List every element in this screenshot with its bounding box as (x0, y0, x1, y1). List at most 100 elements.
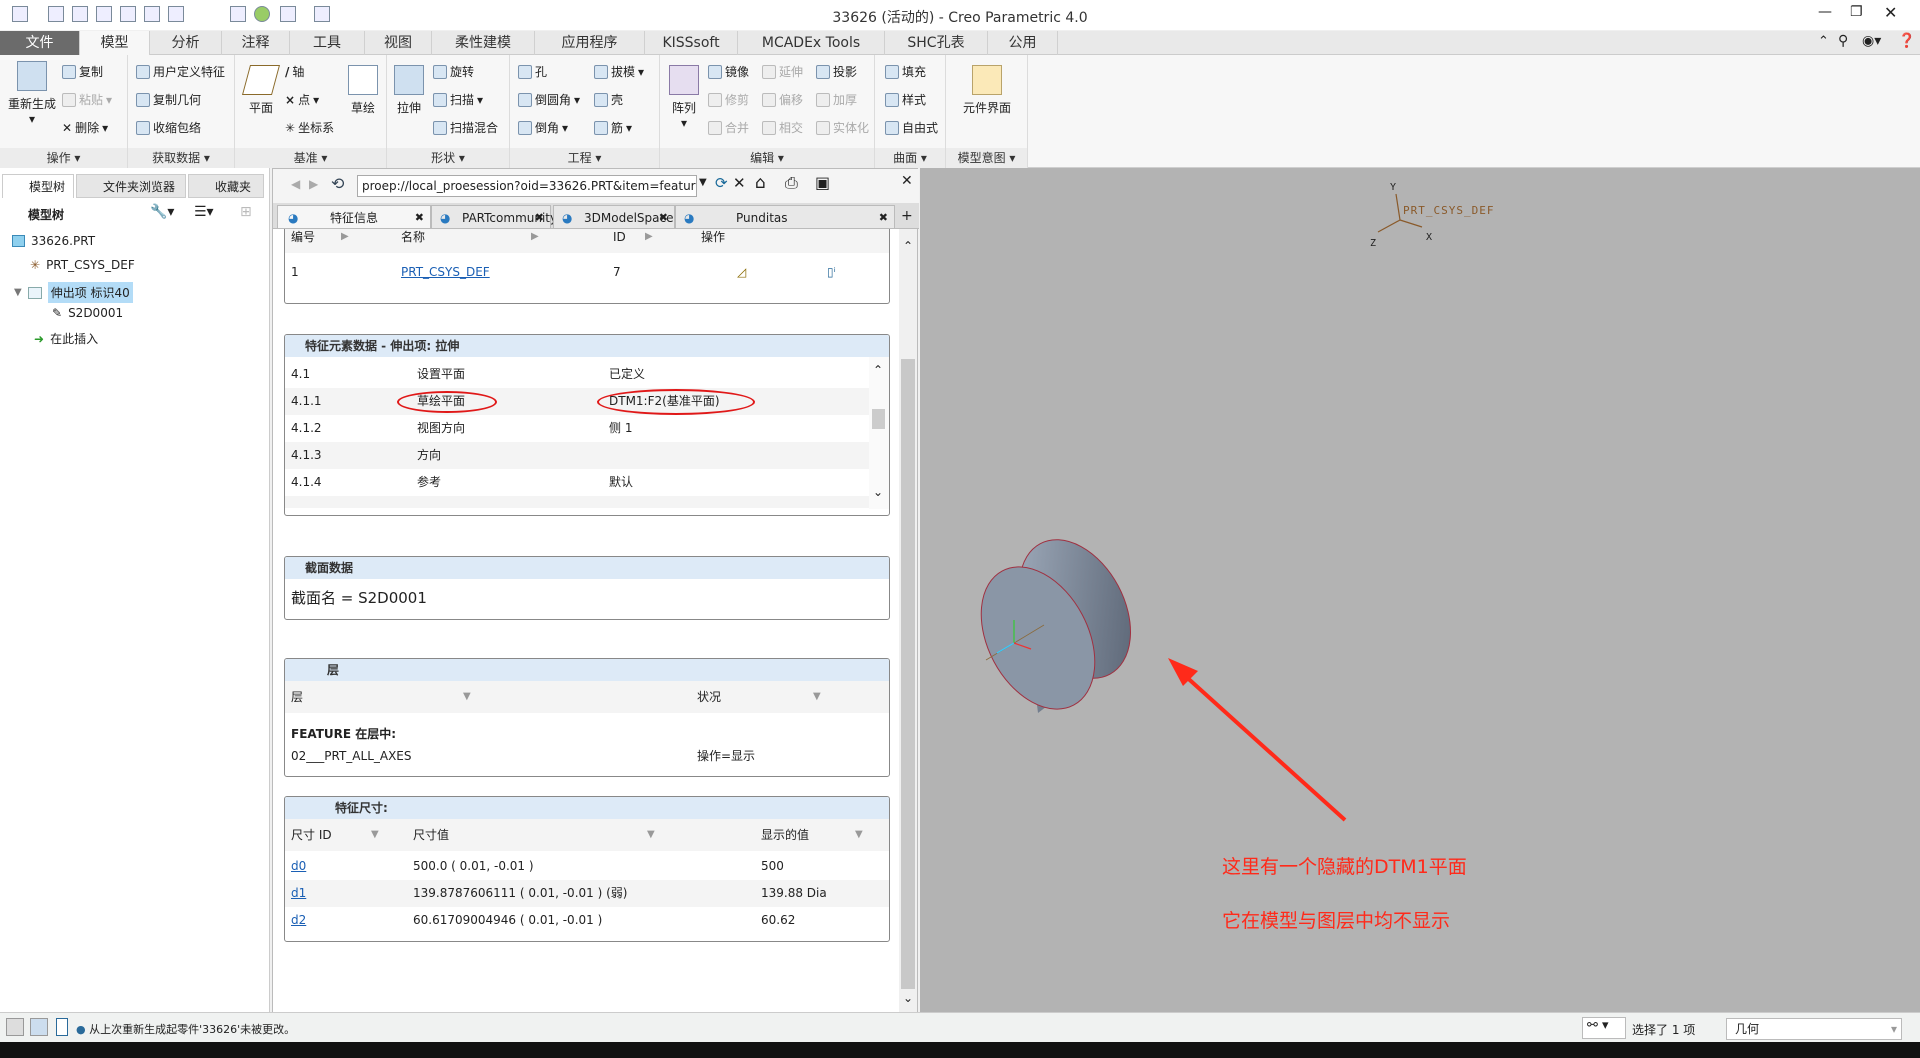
sort-icon[interactable]: ▶ (645, 229, 653, 253)
style-button[interactable]: 样式 (885, 91, 926, 108)
scroll-down-icon[interactable]: ⌄ (903, 991, 913, 1005)
tab-favorites[interactable]: 收藏夹 (188, 174, 264, 198)
expand-arrow-icon[interactable]: ▼ (14, 287, 22, 298)
group-label[interactable]: 编辑 ▾ (660, 148, 874, 168)
group-label[interactable]: 操作 ▾ (0, 148, 127, 168)
extend-button[interactable]: 延伸 (762, 63, 803, 80)
tab-applications[interactable]: 应用程序 (535, 31, 645, 55)
swept-blend-button[interactable]: 扫描混合 (433, 119, 498, 136)
restore-button[interactable]: ❐ (1850, 4, 1863, 20)
url-input[interactable]: proep://local_proesession?oid=33626.PRT&… (357, 175, 697, 197)
back-button[interactable]: ◀ (291, 177, 300, 191)
tab-model-tree[interactable]: 模型树 (2, 174, 74, 198)
filter-icon[interactable]: ▼ (647, 819, 655, 851)
help-icon[interactable]: ❓ (1898, 33, 1915, 49)
learning-icon[interactable]: ◉▾ (1862, 33, 1881, 49)
tree-item-csys[interactable]: ✳ PRT_CSYS_DEF (30, 258, 135, 272)
tab-annotate[interactable]: 注释 (222, 31, 290, 55)
group-label[interactable]: 模型意图 ▾ (946, 148, 1027, 168)
delete-button[interactable]: ✕ 删除 ▾ (62, 119, 108, 136)
thicken-button[interactable]: 加厚 (816, 91, 857, 108)
plane-button[interactable]: 平面 (241, 65, 281, 116)
info-icon[interactable]: ▯ⁱ (827, 259, 836, 286)
tab-folder-browser[interactable]: 文件夹浏览器 (76, 174, 186, 198)
extrude-button[interactable]: 拉伸 (391, 65, 427, 116)
tab-utilities[interactable]: 公用 (988, 31, 1058, 55)
toggle-navigator-icon[interactable] (6, 1018, 24, 1036)
graphics-viewport[interactable]: Y Z X PRT_CSYS_DEF 这里有一个隐藏的DTM1平面 它在模型与图… (920, 168, 1920, 1012)
close-tab-icon[interactable]: ✖ (659, 206, 668, 230)
browser-tab-partcommunity[interactable]: ◕ PARTcommunity... ✖ (431, 205, 567, 230)
freestyle-button[interactable]: 自由式 (885, 119, 938, 136)
group-label[interactable]: 基准 ▾ (235, 148, 386, 168)
tab-file[interactable]: 文件 (0, 31, 80, 55)
axis-button[interactable]: / 轴 (285, 63, 304, 80)
sort-icon[interactable]: ▶ (341, 229, 349, 253)
scroll-down-icon[interactable]: ⌄ (873, 485, 883, 499)
forward-button[interactable]: ▶ (309, 177, 318, 191)
filter-icon[interactable]: ▼ (463, 681, 471, 713)
sketch-button[interactable]: 草绘 (345, 65, 381, 116)
group-label[interactable]: 工程 ▾ (510, 148, 659, 168)
close-browser-button[interactable]: ✕ (901, 173, 913, 189)
tree-item-extrude[interactable]: ▼ 伸出项 标识40 (14, 282, 133, 303)
collapse-ribbon-icon[interactable]: ⌃ (1818, 34, 1829, 49)
close-tab-icon[interactable]: ✖ (535, 206, 544, 230)
scroll-thumb[interactable] (872, 409, 885, 429)
filter-icon[interactable]: ▼ (855, 819, 863, 851)
search-icon[interactable]: ⚲ (1838, 33, 1848, 49)
tab-shc-hole-table[interactable]: SHC孔表 (885, 31, 988, 55)
group-label[interactable]: 曲面 ▾ (875, 148, 945, 168)
offset-button[interactable]: 偏移 (762, 91, 803, 108)
edit-definition-icon[interactable]: ◿ (737, 259, 746, 286)
tree-item-part[interactable]: 33626.PRT (12, 234, 95, 248)
filter-icon[interactable]: ▼ (813, 681, 821, 713)
print-icon[interactable]: ⎙ (785, 173, 798, 193)
csys-button[interactable]: ✳ 坐标系 (285, 119, 334, 136)
feature-link[interactable]: PRT_CSYS_DEF (401, 259, 490, 286)
url-dropdown-icon[interactable]: ▼ (699, 177, 707, 188)
full-screen-icon[interactable] (56, 1018, 68, 1036)
close-button[interactable]: ✕ (1884, 3, 1897, 22)
close-tab-icon[interactable]: ✖ (879, 206, 888, 230)
tab-flexible-modeling[interactable]: 柔性建模 (432, 31, 535, 55)
show-list-icon[interactable]: ☰▾ (194, 204, 214, 220)
tab-tools[interactable]: 工具 (290, 31, 365, 55)
intersect-button[interactable]: 相交 (762, 119, 803, 136)
tab-mcadex-tools[interactable]: MCADEx Tools (738, 31, 885, 55)
scroll-up-icon[interactable]: ⌃ (873, 363, 883, 377)
pattern-button[interactable]: 阵列 ▾ (666, 65, 702, 130)
toggle-browser-icon[interactable] (30, 1018, 48, 1036)
stop-icon[interactable]: ✕ (733, 174, 746, 192)
group-label[interactable]: 形状 ▾ (387, 148, 509, 168)
regenerate-button[interactable]: 重新生成 ▾ (4, 61, 60, 126)
tree-item-insert-here[interactable]: ➜ 在此插入 (34, 330, 98, 347)
tree-filter-icon[interactable]: ⊞ (240, 204, 252, 220)
round-button[interactable]: 倒圆角 ▾ (518, 91, 580, 108)
project-button[interactable]: 投影 (816, 63, 857, 80)
tab-view[interactable]: 视图 (365, 31, 432, 55)
selection-filter[interactable]: 几何 ▾ (1726, 1018, 1902, 1040)
tab-kisssoft[interactable]: KISSsoft (645, 31, 738, 55)
dimension-link[interactable]: d2 (291, 907, 306, 934)
mirror-button[interactable]: 镜像 (708, 63, 749, 80)
find-button[interactable]: ⚯ ▾ (1582, 1017, 1626, 1039)
scroll-up-icon[interactable]: ⌃ (903, 239, 913, 253)
save-page-icon[interactable]: ▣ (815, 173, 830, 192)
browser-scrollbar[interactable]: ⌃ ⌄ (899, 229, 917, 1013)
sort-icon[interactable]: ▶ (531, 229, 539, 253)
draft-button[interactable]: 拔模 ▾ (594, 63, 644, 80)
merge-button[interactable]: 合并 (708, 119, 749, 136)
home-icon[interactable]: ⌂ (755, 173, 766, 193)
paste-button[interactable]: 粘贴 ▾ (62, 91, 112, 108)
new-tab-button[interactable]: + (901, 208, 913, 224)
trim-button[interactable]: 修剪 (708, 91, 749, 108)
dimension-link[interactable]: d1 (291, 880, 306, 907)
point-button[interactable]: × 点 ▾ (285, 91, 319, 108)
shell-button[interactable]: 壳 (594, 91, 623, 108)
copy-button[interactable]: 复制 (62, 63, 103, 80)
refresh-icon[interactable]: ⟳ (715, 174, 728, 192)
scroll-thumb[interactable] (901, 359, 915, 989)
component-interface-button[interactable]: 元件界面 (952, 65, 1022, 116)
tab-analysis[interactable]: 分析 (150, 31, 222, 55)
